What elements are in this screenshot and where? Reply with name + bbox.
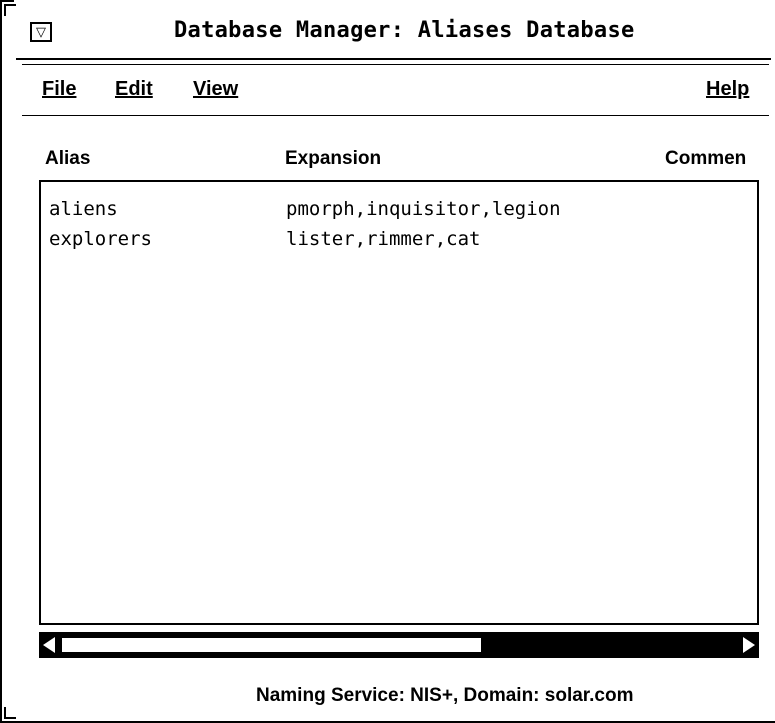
- menu-view-label: View: [193, 78, 239, 100]
- scrollbar-thumb[interactable]: [61, 637, 482, 653]
- horizontal-scrollbar[interactable]: [39, 632, 759, 658]
- status-bar: Naming Service: NIS+, Domain: solar.com: [256, 685, 634, 706]
- menu-help[interactable]: Help: [706, 78, 749, 101]
- window-border-top: [0, 0, 14, 2]
- menu-bar: File Edit View Help: [16, 58, 771, 120]
- list-item[interactable]: explorers lister,rimmer,cat: [41, 228, 757, 258]
- resize-corner-top-left[interactable]: [4, 4, 16, 16]
- expansion-cell: pmorph,inquisitor,legion: [286, 198, 561, 220]
- menu-help-label: Help: [706, 78, 750, 100]
- window-menu-button[interactable]: ▽: [30, 22, 52, 42]
- menu-bar-inner: File Edit View Help: [22, 64, 769, 116]
- window-border-left: [0, 0, 2, 723]
- resize-corner-bottom-left[interactable]: [4, 707, 16, 719]
- menu-file[interactable]: File: [42, 78, 76, 101]
- menu-edit-label: Edit: [115, 78, 153, 100]
- alias-cell: aliens: [49, 198, 118, 220]
- column-header-alias: Alias: [45, 148, 91, 169]
- expansion-cell: lister,rimmer,cat: [286, 228, 481, 250]
- menu-file-label: File: [42, 78, 77, 100]
- alias-list[interactable]: aliens pmorph,inquisitor,legion explorer…: [39, 180, 759, 625]
- column-header-expansion: Expansion: [285, 148, 382, 169]
- window-menu-icon: ▽: [36, 24, 46, 40]
- alias-cell: explorers: [49, 228, 152, 250]
- column-header-comment: Commen: [665, 148, 747, 169]
- arrow-right-icon[interactable]: [743, 637, 755, 653]
- title-bar[interactable]: ▽ Database Manager: Aliases Database: [16, 8, 771, 52]
- list-item[interactable]: aliens pmorph,inquisitor,legion: [41, 198, 757, 228]
- menu-edit[interactable]: Edit: [115, 78, 153, 101]
- menu-view[interactable]: View: [193, 78, 238, 101]
- arrow-left-icon[interactable]: [43, 637, 55, 653]
- window-title: Database Manager: Aliases Database: [174, 18, 635, 43]
